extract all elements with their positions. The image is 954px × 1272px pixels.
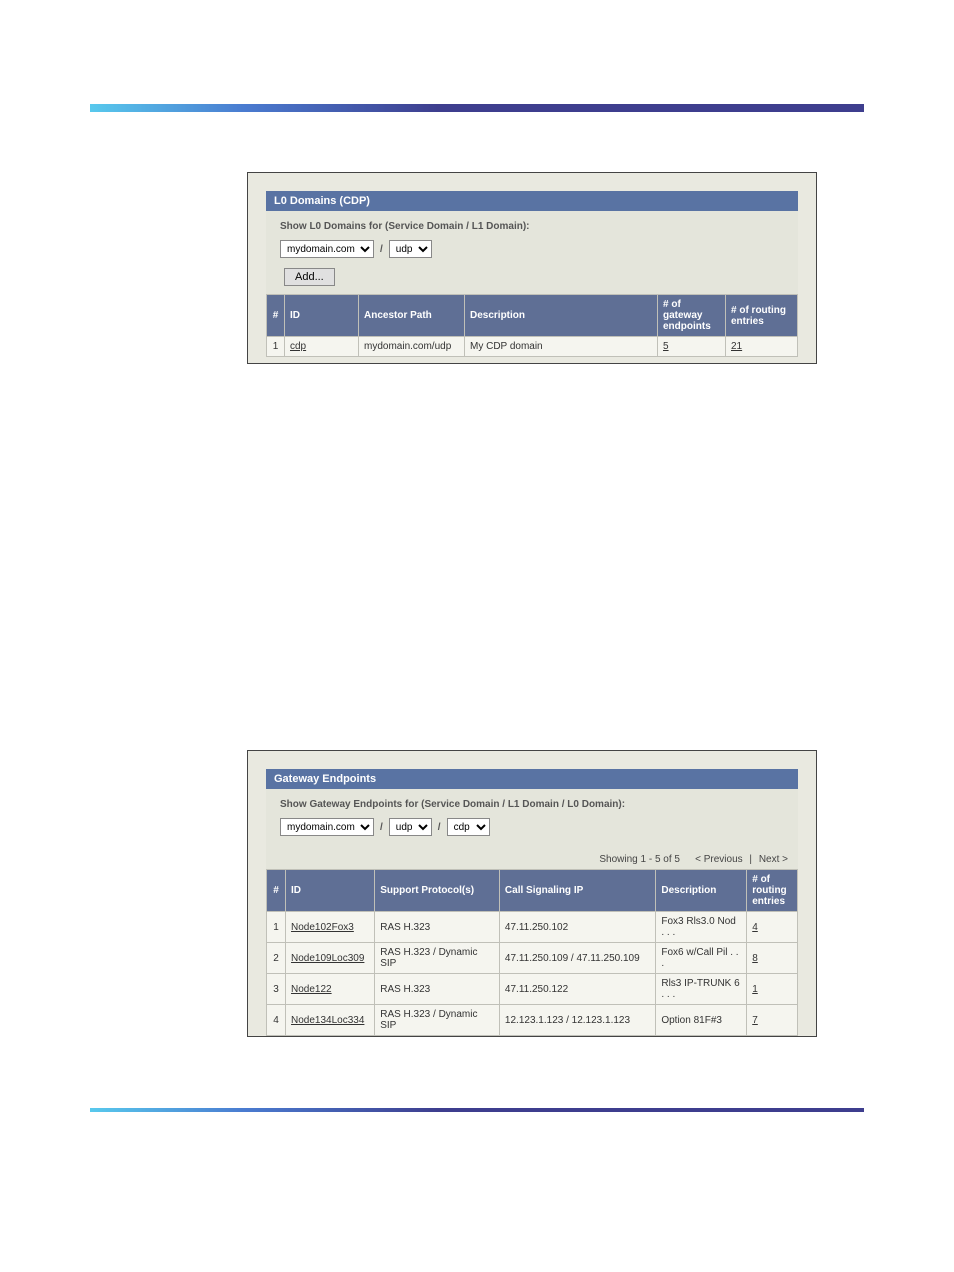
filter-row: mydomain.com / udp / cdp	[280, 818, 784, 836]
content-area: L0 Domains (CDP) Show L0 Domains for (Se…	[90, 172, 864, 1037]
endpoint-id-link[interactable]: Node134Loc334	[291, 1015, 364, 1026]
add-button[interactable]: Add...	[284, 268, 335, 286]
page-footer-rule	[90, 1108, 864, 1112]
paging-showing: Showing 1 - 5 of 5	[599, 854, 680, 865]
cell-routing-count: 1	[747, 974, 798, 1005]
th-id: ID	[285, 295, 359, 337]
th-description: Description	[465, 295, 658, 337]
cell-num: 1	[267, 337, 285, 357]
panel-title: Gateway Endpoints	[266, 769, 798, 789]
figure-container: Gateway Endpoints Show Gateway Endpoints…	[247, 750, 817, 1037]
cell-description: Fox3 Rls3.0 Nod . . .	[656, 912, 747, 943]
table-row: 1 cdp mydomain.com/udp My CDP domain 5 2…	[267, 337, 798, 357]
th-routing-count: # of routing entries	[726, 295, 798, 337]
table-row: 2 Node109Loc309 RAS H.323 / Dynamic SIP …	[267, 943, 798, 974]
cell-routing-count: 8	[747, 943, 798, 974]
filter-area: Show Gateway Endpoints for (Service Doma…	[266, 789, 798, 850]
cell-signaling-ip: 47.11.250.102	[499, 912, 655, 943]
cell-protocols: RAS H.323 / Dynamic SIP	[375, 1005, 500, 1036]
routing-count-link[interactable]: 7	[752, 1015, 758, 1026]
cell-num: 2	[267, 943, 286, 974]
l0-domains-panel: L0 Domains (CDP) Show L0 Domains for (Se…	[266, 191, 798, 357]
figure-l0-domains: L0 Domains (CDP) Show L0 Domains for (Se…	[247, 172, 817, 364]
domain-id-link[interactable]: cdp	[290, 341, 306, 352]
table-header-row: # ID Ancestor Path Description # of gate…	[267, 295, 798, 337]
th-num: #	[267, 870, 286, 912]
endpoint-id-link[interactable]: Node122	[291, 984, 332, 995]
cell-id: Node134Loc334	[286, 1005, 375, 1036]
gateway-endpoints-panel: Gateway Endpoints Show Gateway Endpoints…	[266, 769, 798, 1036]
filter-row: mydomain.com / udp	[280, 240, 784, 258]
th-signaling-ip: Call Signaling IP	[499, 870, 655, 912]
cell-num: 4	[267, 1005, 286, 1036]
cell-description: Fox6 w/Call Pil . . .	[656, 943, 747, 974]
l1-domain-select[interactable]: udp	[389, 240, 432, 258]
table-row: 3 Node122 RAS H.323 47.11.250.122 Rls3 I…	[267, 974, 798, 1005]
th-routing-count: # of routing entries	[747, 870, 798, 912]
table-row: 4 Node134Loc334 RAS H.323 / Dynamic SIP …	[267, 1005, 798, 1036]
cell-gateway-count: 5	[658, 337, 726, 357]
filter-label: Show L0 Domains for (Service Domain / L1…	[280, 221, 784, 232]
cell-num: 1	[267, 912, 286, 943]
paging-divider: |	[749, 854, 752, 865]
cell-id: Node109Loc309	[286, 943, 375, 974]
cell-routing-count: 21	[726, 337, 798, 357]
cell-protocols: RAS H.323	[375, 974, 500, 1005]
th-protocols: Support Protocol(s)	[375, 870, 500, 912]
filter-label: Show Gateway Endpoints for (Service Doma…	[280, 799, 784, 810]
separator: /	[380, 822, 383, 833]
cell-num: 3	[267, 974, 286, 1005]
cell-id: Node102Fox3	[286, 912, 375, 943]
cell-routing-count: 7	[747, 1005, 798, 1036]
cell-protocols: RAS H.323	[375, 912, 500, 943]
th-num: #	[267, 295, 285, 337]
l1-domain-select[interactable]: udp	[389, 818, 432, 836]
routing-count-link[interactable]: 8	[752, 953, 758, 964]
endpoint-id-link[interactable]: Node102Fox3	[291, 922, 354, 933]
cell-signaling-ip: 47.11.250.109 / 47.11.250.109	[499, 943, 655, 974]
cell-ancestor: mydomain.com/udp	[359, 337, 465, 357]
separator: /	[380, 244, 383, 255]
page-header-rule	[90, 104, 864, 112]
cell-description: Option 81F#3	[656, 1005, 747, 1036]
th-id: ID	[286, 870, 375, 912]
paging-next[interactable]: Next >	[759, 854, 788, 865]
gateway-endpoints-table: # ID Support Protocol(s) Call Signaling …	[266, 869, 798, 1036]
service-domain-select[interactable]: mydomain.com	[280, 818, 374, 836]
routing-count-link[interactable]: 4	[752, 922, 758, 933]
l0-domain-select[interactable]: cdp	[447, 818, 490, 836]
cell-signaling-ip: 12.123.1.123 / 12.123.1.123	[499, 1005, 655, 1036]
th-gateway-count: # of gateway endpoints	[658, 295, 726, 337]
service-domain-select[interactable]: mydomain.com	[280, 240, 374, 258]
endpoint-id-link[interactable]: Node109Loc309	[291, 953, 364, 964]
cell-description: My CDP domain	[465, 337, 658, 357]
figure-container: L0 Domains (CDP) Show L0 Domains for (Se…	[247, 172, 817, 364]
th-description: Description	[656, 870, 747, 912]
table-header-row: # ID Support Protocol(s) Call Signaling …	[267, 870, 798, 912]
cell-id: Node122	[286, 974, 375, 1005]
cell-id: cdp	[285, 337, 359, 357]
panel-title: L0 Domains (CDP)	[266, 191, 798, 211]
filter-area: Show L0 Domains for (Service Domain / L1…	[266, 211, 798, 294]
cell-protocols: RAS H.323 / Dynamic SIP	[375, 943, 500, 974]
gateway-count-link[interactable]: 5	[663, 341, 669, 352]
routing-count-link[interactable]: 21	[731, 341, 742, 352]
l0-domains-table: # ID Ancestor Path Description # of gate…	[266, 294, 798, 357]
figure-gateway-endpoints: Gateway Endpoints Show Gateway Endpoints…	[247, 750, 817, 1037]
cell-description: Rls3 IP-TRUNK 6 . . .	[656, 974, 747, 1005]
table-row: 1 Node102Fox3 RAS H.323 47.11.250.102 Fo…	[267, 912, 798, 943]
routing-count-link[interactable]: 1	[752, 984, 758, 995]
cell-routing-count: 4	[747, 912, 798, 943]
separator: /	[438, 822, 441, 833]
paging-prev[interactable]: < Previous	[695, 854, 743, 865]
th-ancestor: Ancestor Path	[359, 295, 465, 337]
cell-signaling-ip: 47.11.250.122	[499, 974, 655, 1005]
paging-bar: Showing 1 - 5 of 5 < Previous | Next >	[266, 850, 798, 869]
